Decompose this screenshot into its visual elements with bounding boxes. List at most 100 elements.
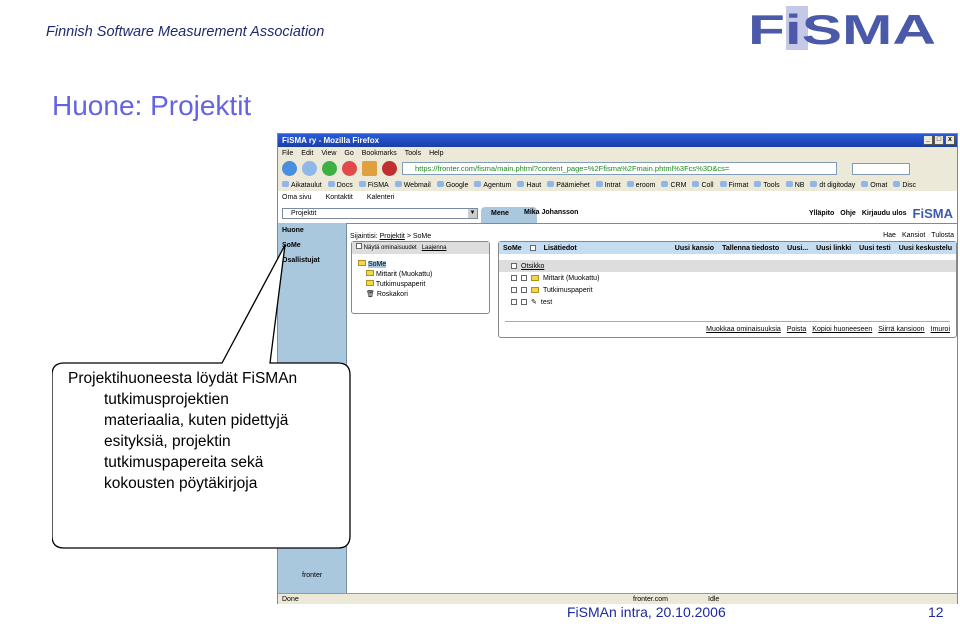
search-link[interactable]: Hae: [883, 232, 896, 239]
expand-link[interactable]: Laajenna: [422, 245, 447, 251]
copy-link[interactable]: Kopioi huoneeseen: [812, 326, 872, 333]
print-link[interactable]: Tulosta: [931, 232, 954, 239]
new-test-button[interactable]: Uusi testi: [859, 245, 891, 252]
stop-icon[interactable]: [342, 161, 357, 176]
association-name: Finnish Software Measurement Association: [46, 24, 325, 40]
extension-icon[interactable]: [382, 161, 397, 176]
new-discussion-button[interactable]: Uusi keskustelu: [899, 245, 952, 252]
logout-link[interactable]: Kirjaudu ulos: [862, 210, 907, 217]
row-checkbox[interactable]: [511, 275, 517, 281]
bookmark[interactable]: Tools: [754, 181, 779, 189]
status-bar: Done fronter.com Idle: [278, 593, 957, 604]
maximize-button[interactable]: □: [934, 135, 944, 145]
show-props-checkbox[interactable]: [356, 243, 362, 249]
new-folder-button[interactable]: Uusi kansio: [675, 245, 714, 252]
room-bar: Projektit ▼ Mene Mika Johansson Ylläpito O…: [278, 204, 957, 223]
folder-name: SoMe: [503, 244, 522, 252]
browser-window: FiSMA ry - Mozilla Firefox _ □ x File Edit V…: [277, 133, 958, 604]
title-column-header[interactable]: Otsikko: [521, 263, 544, 270]
tree-item[interactable]: Mittarit (Muokattu): [376, 271, 432, 278]
status-host: fronter.com: [633, 595, 669, 603]
forward-icon[interactable]: [302, 161, 317, 176]
bookmark[interactable]: NB: [786, 181, 805, 189]
kalenteri-link[interactable]: Kalenteri: [367, 194, 395, 201]
folder-icon: [531, 275, 539, 281]
admin-link[interactable]: Ylläpito: [809, 210, 834, 217]
kontaktit-link[interactable]: Kontaktit: [326, 194, 353, 201]
tree-root[interactable]: SoMe: [367, 261, 387, 268]
menu-tools[interactable]: Tools: [405, 150, 421, 157]
back-icon[interactable]: [282, 161, 297, 176]
bookmark[interactable]: Agentum: [474, 181, 511, 189]
bookmark[interactable]: Docs: [328, 181, 353, 189]
select-all-checkbox[interactable]: [511, 263, 517, 269]
fisma-logo: FiSMA: [748, 6, 936, 50]
bookmark[interactable]: Haut: [517, 181, 541, 189]
folder-icon: [358, 260, 366, 266]
bookmark[interactable]: Aikataulut: [282, 181, 322, 189]
delete-link[interactable]: Poista: [787, 326, 806, 333]
bookmark[interactable]: eroom: [627, 181, 656, 189]
fronter-logo: fronter: [302, 572, 323, 579]
menu-go[interactable]: Go: [344, 150, 353, 157]
minimize-button[interactable]: _: [923, 135, 933, 145]
bookmark[interactable]: Päämiehet: [547, 181, 589, 189]
row-checkbox[interactable]: [511, 299, 517, 305]
test-icon: ✎: [531, 299, 537, 306]
url-input[interactable]: https://fronter.com/fisma/main.phtml?con…: [402, 162, 837, 175]
dropdown-icon[interactable]: [521, 287, 527, 293]
bookmark[interactable]: CRM: [661, 181, 686, 189]
more-info-checkbox[interactable]: [529, 245, 536, 251]
breadcrumb: Sijaintisi: Projektit > SoMe: [350, 233, 432, 240]
folder-contents: SoMe Lisätiedot Uusi kansio Tallenna tiedo…: [498, 241, 957, 338]
close-button[interactable]: x: [945, 135, 955, 145]
new-button[interactable]: Uusi...: [787, 245, 808, 252]
download-link[interactable]: Imuroi: [931, 326, 950, 333]
bookmark[interactable]: FiSMA: [359, 181, 389, 189]
tree-item[interactable]: Tutkimuspaperit: [376, 281, 426, 288]
page-number: 12: [928, 604, 944, 620]
menu-file[interactable]: File: [282, 150, 293, 157]
move-link[interactable]: Siirrä kansioon: [878, 326, 924, 333]
help-link[interactable]: Ohje: [840, 210, 856, 217]
room-select[interactable]: Projektit ▼: [282, 208, 478, 219]
bookmark[interactable]: Coll: [692, 181, 713, 189]
dropdown-icon[interactable]: [521, 275, 527, 281]
callout-text: Projektihuoneesta löydät FiSMAn tutkimusp…: [68, 370, 298, 492]
bookmark[interactable]: Webmail: [395, 181, 431, 189]
bookmark[interactable]: dt digitoday: [810, 181, 855, 189]
edit-properties-link[interactable]: Muokkaa ominaisuuksia: [706, 326, 781, 333]
menu-view[interactable]: View: [321, 150, 336, 157]
new-link-button[interactable]: Uusi linkki: [816, 245, 851, 252]
home-icon[interactable]: [362, 161, 377, 176]
oma-sivu-link[interactable]: Oma sivu: [282, 194, 312, 201]
menu-help[interactable]: Help: [429, 150, 443, 157]
bookmark[interactable]: Google: [437, 181, 469, 189]
reload-icon[interactable]: [322, 161, 337, 176]
bookmark[interactable]: Firmat: [720, 181, 749, 189]
tree-item[interactable]: Roskakori: [377, 291, 408, 298]
save-file-button[interactable]: Tallenna tiedosto: [722, 245, 779, 252]
status-state: Idle: [708, 595, 720, 603]
fronter-toolbar: Oma sivu Kontaktit Kalenteri: [278, 191, 957, 204]
folders-link[interactable]: Kansiot: [902, 232, 925, 239]
svg-text:FiSMA: FiSMA: [748, 6, 936, 50]
bookmark[interactable]: Disc: [893, 181, 916, 189]
list-item: Mittarit (Muokattu): [499, 272, 956, 284]
bookmark[interactable]: Omat: [861, 181, 887, 189]
fisma-mini-logo: FiSMA: [912, 206, 953, 221]
menu-edit[interactable]: Edit: [301, 150, 313, 157]
row-checkbox[interactable]: [511, 287, 517, 293]
menu-bookmarks[interactable]: Bookmarks: [362, 150, 397, 157]
search-input[interactable]: [852, 162, 910, 175]
dropdown-icon[interactable]: [521, 299, 527, 305]
window-title: FiSMA ry - Mozilla Firefox: [282, 136, 380, 145]
bookmark[interactable]: Intrat: [596, 181, 621, 189]
sidebar-item-huone[interactable]: Huone: [278, 223, 346, 238]
bookmarks-toolbar: Aikataulut Docs FiSMA Webmail Google Agentum H…: [278, 178, 957, 191]
user-name: Mika Johansson: [524, 209, 579, 216]
list-item: Tutkimuspaperit: [499, 284, 956, 296]
folder-icon: [531, 287, 539, 293]
breadcrumb-link[interactable]: Projektit: [380, 233, 405, 240]
menu-bar: File Edit View Go Bookmarks Tools Help: [278, 147, 957, 159]
